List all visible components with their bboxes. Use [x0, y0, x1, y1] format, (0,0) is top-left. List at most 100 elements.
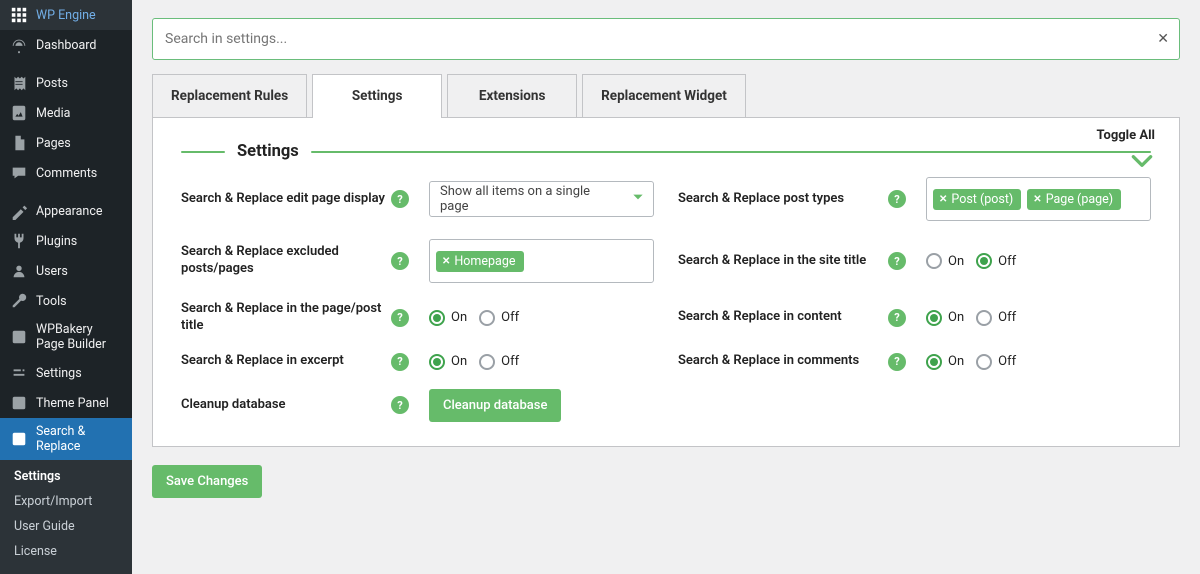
- radio-comments-off[interactable]: Off: [976, 354, 1016, 370]
- tag[interactable]: ✕Post (post): [933, 189, 1021, 210]
- tag[interactable]: ✕ Homepage: [436, 251, 524, 272]
- tab-settings[interactable]: Settings: [312, 74, 442, 118]
- users-icon: [10, 262, 28, 280]
- sidebar-item-plugins[interactable]: Plugins: [0, 226, 132, 256]
- help-icon[interactable]: ?: [888, 252, 906, 270]
- sidebar-item-pages[interactable]: Pages: [0, 128, 132, 158]
- sidebar-item-comments[interactable]: Comments: [0, 158, 132, 188]
- sidebar-sub-export-import[interactable]: Export/Import: [0, 489, 132, 514]
- help-icon[interactable]: ?: [391, 309, 409, 327]
- radio-excerpt-off[interactable]: Off: [479, 354, 519, 370]
- remove-tag-icon[interactable]: ✕: [939, 194, 947, 205]
- radio-dot-icon: [926, 310, 942, 326]
- settings-icon: [10, 364, 28, 382]
- sidebar-item-wpbakery-page-builder[interactable]: WPBakery Page Builder: [0, 316, 132, 358]
- pages-icon: [10, 134, 28, 152]
- tab-extensions[interactable]: Extensions: [447, 74, 577, 118]
- label-pagetitle: Search & Replace in the page/post title: [181, 301, 391, 335]
- help-icon[interactable]: ?: [391, 396, 409, 414]
- sidebar-sub-settings[interactable]: Settings: [0, 464, 132, 489]
- excluded-tagbox[interactable]: ✕ Homepage: [429, 239, 654, 283]
- radio-label: Off: [501, 354, 519, 369]
- remove-tag-icon[interactable]: ✕: [442, 256, 450, 267]
- sidebar-item-tools[interactable]: Tools: [0, 286, 132, 316]
- help-icon[interactable]: ?: [888, 309, 906, 327]
- radio-sitetitle-on[interactable]: On: [926, 253, 964, 269]
- tag-label: Page (page): [1046, 192, 1113, 207]
- tab-replacement-rules[interactable]: Replacement Rules: [152, 74, 307, 118]
- collapse-chevron-icon[interactable]: [1129, 148, 1155, 178]
- tab-replacement-widget[interactable]: Replacement Widget: [582, 74, 746, 118]
- sidebar-item-label: Media: [36, 106, 70, 121]
- sidebar-item-theme-panel[interactable]: Theme Panel: [0, 388, 132, 418]
- sidebar-item-label: Comments: [36, 166, 97, 181]
- toggle-all-link[interactable]: Toggle All: [1097, 128, 1155, 143]
- radio-label: Off: [998, 310, 1016, 325]
- radio-dot-icon: [429, 310, 445, 326]
- display-select[interactable]: Show all items on a single page: [429, 181, 654, 217]
- radio-excerpt-on[interactable]: On: [429, 354, 467, 370]
- settings-panel: Toggle All Settings Search & Replace edi…: [152, 117, 1180, 447]
- sidebar-item-label: Plugins: [36, 234, 77, 249]
- remove-tag-icon[interactable]: ✕: [1033, 194, 1041, 205]
- sidebar-item-appearance[interactable]: Appearance: [0, 196, 132, 226]
- wpbakery-icon: [10, 328, 28, 346]
- wpengine-icon: [10, 6, 28, 24]
- sidebar-item-wp-engine[interactable]: WP Engine: [0, 0, 132, 30]
- row-cleanup: Cleanup database ? Cleanup database: [181, 389, 654, 422]
- radio-dot-icon: [976, 253, 992, 269]
- label-cleanup: Cleanup database: [181, 397, 391, 414]
- sidebar-item-media[interactable]: Media: [0, 98, 132, 128]
- label-comments: Search & Replace in comments: [678, 353, 888, 370]
- sidebar-item-dashboard[interactable]: Dashboard: [0, 30, 132, 60]
- sidebar-item-posts[interactable]: Posts: [0, 68, 132, 98]
- cleanup-database-button[interactable]: Cleanup database: [429, 389, 561, 422]
- radio-dot-icon: [926, 253, 942, 269]
- label-posttypes: Search & Replace post types: [678, 191, 888, 208]
- radio-content-on[interactable]: On: [926, 310, 964, 326]
- clear-search-icon[interactable]: ✕: [1157, 31, 1169, 47]
- radio-label: Off: [501, 310, 519, 325]
- row-excluded: Search & Replace excluded posts/pages ? …: [181, 239, 654, 283]
- help-icon[interactable]: ?: [888, 190, 906, 208]
- radio-content-off[interactable]: Off: [976, 310, 1016, 326]
- tools-icon: [10, 292, 28, 310]
- tag[interactable]: ✕ Page (page): [1027, 189, 1121, 210]
- radio-sitetitle-off[interactable]: Off: [976, 253, 1016, 269]
- radio-label: On: [948, 354, 964, 369]
- posts-icon: [10, 74, 28, 92]
- sidebar-item-label: Pages: [36, 136, 71, 151]
- tag-label: Homepage: [454, 254, 515, 269]
- settings-grid: Search & Replace edit page display ? Sho…: [181, 177, 1151, 422]
- settings-search: ✕: [152, 18, 1180, 60]
- sidebar-sub-user-guide[interactable]: User Guide: [0, 514, 132, 539]
- radio-pagetitle-on[interactable]: On: [429, 310, 467, 326]
- radio-label: On: [948, 254, 964, 269]
- label-content: Search & Replace in content: [678, 309, 888, 326]
- settings-search-input[interactable]: [153, 19, 1179, 59]
- radio-pagetitle-off[interactable]: Off: [479, 310, 519, 326]
- help-icon[interactable]: ?: [391, 190, 409, 208]
- radio-label: On: [948, 310, 964, 325]
- radio-label: Off: [998, 354, 1016, 369]
- help-icon[interactable]: ?: [391, 353, 409, 371]
- sidebar-item-settings[interactable]: Settings: [0, 358, 132, 388]
- save-changes-button[interactable]: Save Changes: [152, 465, 262, 498]
- sidebar-item-label: Settings: [36, 366, 82, 381]
- help-icon[interactable]: ?: [391, 252, 409, 270]
- row-sitetitle: Search & Replace in the site title ? OnO…: [678, 239, 1151, 283]
- sidebar-item-search-replace[interactable]: Search & Replace: [0, 418, 132, 460]
- themepanel-icon: [10, 394, 28, 412]
- sidebar-item-users[interactable]: Users: [0, 256, 132, 286]
- chevron-down-icon: [631, 190, 645, 208]
- section-header: Settings: [181, 142, 1151, 161]
- help-icon[interactable]: ?: [888, 353, 906, 371]
- radio-label: On: [451, 354, 467, 369]
- posttypes-tagbox[interactable]: ✕Post (post)✕Page (page): [926, 177, 1151, 221]
- radio-comments-on[interactable]: On: [926, 354, 964, 370]
- row-display: Search & Replace edit page display ? Sho…: [181, 177, 654, 221]
- section-title: Settings: [237, 142, 299, 161]
- radio-dot-icon: [479, 310, 495, 326]
- radio-label: On: [451, 310, 467, 325]
- sidebar-item-label: Tools: [36, 294, 67, 309]
